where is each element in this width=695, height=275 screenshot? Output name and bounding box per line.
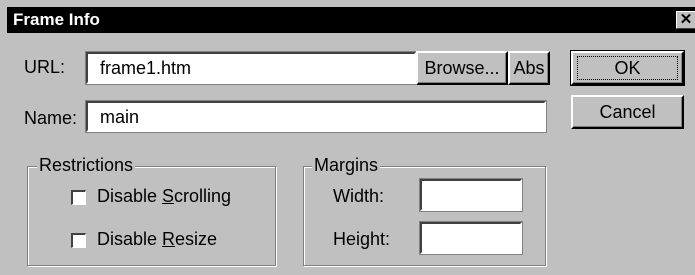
browse-button[interactable]: Browse... [416, 51, 508, 85]
url-label: URL: [24, 57, 66, 77]
disable-scrolling-accel: S [162, 186, 175, 206]
name-label: Name: [24, 108, 78, 128]
height-label: Height: [333, 229, 391, 249]
disable-resize-checkbox[interactable] [71, 233, 86, 248]
margins-legend: Margins [312, 155, 381, 176]
height-input[interactable] [419, 221, 523, 255]
disable-resize-prefix: Disable [97, 229, 163, 249]
abs-button[interactable]: Abs [508, 51, 550, 85]
width-label: Width: [333, 186, 385, 206]
focus-rect [577, 56, 678, 80]
url-input[interactable]: frame1.htm [85, 51, 417, 85]
disable-resize-accel: R [162, 229, 176, 249]
disable-scrolling-prefix: Disable [97, 186, 163, 206]
disable-scrolling-suffix: crolling [174, 186, 232, 206]
restrictions-legend: Restrictions [37, 155, 136, 176]
restrictions-group [27, 166, 276, 266]
frame-info-dialog: Frame Info ✕ URL: frame1.htm Browse... A… [0, 0, 695, 275]
width-input[interactable] [419, 178, 523, 212]
title-bar: Frame Info ✕ [7, 7, 695, 33]
name-input[interactable]: main [85, 100, 547, 133]
dialog-title: Frame Info [13, 10, 100, 29]
disable-resize-label[interactable]: Disable Resize [97, 229, 217, 250]
cancel-button[interactable]: Cancel [571, 95, 684, 129]
disable-resize-suffix: esize [175, 229, 218, 249]
disable-scrolling-checkbox[interactable] [71, 190, 86, 205]
ok-button[interactable]: OK [570, 50, 685, 86]
disable-scrolling-label[interactable]: Disable Scrolling [97, 186, 231, 207]
close-icon: ✕ [679, 11, 693, 28]
close-button[interactable]: ✕ [676, 11, 695, 29]
